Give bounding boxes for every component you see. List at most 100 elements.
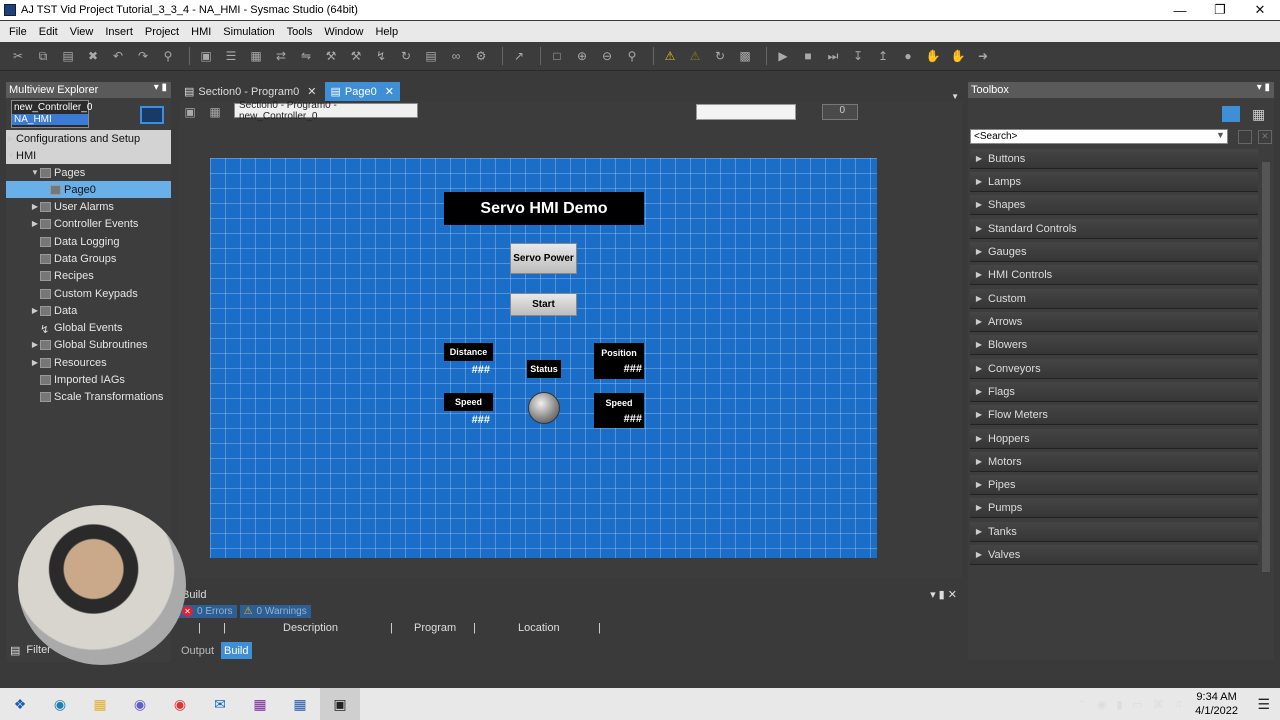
speed-value[interactable]: ### [444, 414, 490, 428]
search-button-icon[interactable] [1238, 130, 1252, 144]
device-icon[interactable] [140, 106, 164, 124]
number-spinner[interactable]: 0 [822, 104, 858, 120]
network-icon[interactable]: ◉ [1097, 698, 1107, 711]
hammer-icon[interactable]: ⚒ [346, 46, 366, 66]
category-buttons[interactable]: ▶ Buttons [970, 149, 1258, 169]
build-pin-icon[interactable]: ▾ ▮ ✕ [930, 588, 957, 601]
category-flow-meters[interactable]: ▶ Flow Meters [970, 405, 1258, 425]
category-motors[interactable]: ▶ Motors [970, 452, 1258, 472]
clock[interactable]: 9:34 AM 4/1/2022 [1195, 690, 1238, 718]
distance-label[interactable]: Distance [444, 343, 493, 361]
pin-icon[interactable]: ▾ ▮ [1257, 82, 1270, 93]
compare-icon[interactable]: ⇋ [296, 46, 316, 66]
module-icon[interactable]: ▣ [196, 46, 216, 66]
battery-icon[interactable]: ▭ [1133, 698, 1143, 711]
menu-project[interactable]: Project [139, 26, 185, 38]
menu-edit[interactable]: Edit [33, 26, 64, 38]
list-view-icon[interactable] [1222, 106, 1240, 122]
chrome-icon[interactable]: ◉ [160, 688, 200, 720]
outlook-icon[interactable]: ✉ [200, 688, 240, 720]
notification-icon[interactable]: ☰ [1257, 696, 1270, 713]
build-icon[interactable]: ⚒ [321, 46, 341, 66]
menu-window[interactable]: Window [318, 26, 369, 38]
word-icon[interactable]: ▦ [280, 688, 320, 720]
category-pumps[interactable]: ▶ Pumps [970, 498, 1258, 518]
microphone-icon[interactable]: ▮ [1116, 698, 1122, 711]
expand-icon[interactable]: ▶ [30, 219, 40, 228]
tray-chevron-icon[interactable]: ⌃ [1078, 698, 1087, 711]
expand-icon[interactable]: ▶ [30, 340, 40, 349]
menu-file[interactable]: File [3, 26, 33, 38]
category-conveyors[interactable]: ▶ Conveyors [970, 359, 1258, 379]
menu-insert[interactable]: Insert [99, 26, 139, 38]
sysmac-studio-icon[interactable]: ▣ [320, 688, 360, 720]
position-value[interactable]: ### [594, 363, 642, 377]
start-icon[interactable]: ❖ [0, 688, 40, 720]
servo-power-button[interactable]: Servo Power [510, 243, 577, 274]
window-icon[interactable]: ▩ [735, 46, 755, 66]
config-icon[interactable]: ⚙ [471, 46, 491, 66]
menu-tools[interactable]: Tools [281, 26, 319, 38]
tab-build[interactable]: Build [221, 642, 252, 659]
search-replace-icon[interactable]: ⚲ [158, 46, 178, 66]
distance-value[interactable]: ### [444, 364, 490, 378]
tree-data-logging[interactable]: Data Logging [6, 233, 171, 250]
clear-search-icon[interactable]: ✕ [1258, 130, 1272, 144]
close-button[interactable]: ✕ [1240, 0, 1280, 20]
category-custom[interactable]: ▶ Custom [970, 289, 1258, 309]
forward-icon[interactable]: ➜ [973, 46, 993, 66]
delete-icon[interactable]: ✖ [83, 46, 103, 66]
col-program[interactable]: Program [414, 622, 456, 634]
layout-icon[interactable]: ▣ [180, 102, 200, 122]
edge-icon[interactable]: ◉ [40, 688, 80, 720]
copy-icon[interactable]: ⧉ [33, 46, 53, 66]
category-arrows[interactable]: ▶ Arrows [970, 312, 1258, 332]
tree-hmi[interactable]: ▼ HMI [6, 147, 171, 164]
select-icon[interactable]: ▦ [205, 102, 225, 122]
fit-icon[interactable]: □ [547, 46, 567, 66]
zoom-out-icon[interactable]: ⊖ [597, 46, 617, 66]
tab-page0[interactable]: ▤ Page0 ✕ [324, 82, 400, 101]
tree-page0[interactable]: Page0 [6, 181, 171, 198]
stop-icon[interactable]: ■ [798, 46, 818, 66]
start-button[interactable]: Start [510, 293, 577, 316]
category-standard-controls[interactable]: ▶ Standard Controls [970, 219, 1258, 239]
hmi-title-label[interactable]: Servo HMI Demo [444, 192, 644, 225]
tree-scale-transformations[interactable]: Scale Transformations [6, 388, 171, 405]
redo-icon[interactable]: ↷ [133, 46, 153, 66]
maximize-button[interactable]: ❐ [1200, 0, 1240, 20]
speed-label[interactable]: Speed [444, 393, 493, 411]
col-location[interactable]: Location [518, 622, 560, 634]
warnings-filter[interactable]: ⚠ 0 Warnings [239, 605, 311, 618]
zoom-combobox[interactable] [696, 104, 796, 120]
category-tanks[interactable]: ▶ Tanks [970, 522, 1258, 542]
file-explorer-icon[interactable]: ▦ [80, 688, 120, 720]
hand-alt-icon[interactable]: ✋ [948, 46, 968, 66]
category-flags[interactable]: ▶ Flags [970, 382, 1258, 402]
tree-pages[interactable]: ▼ Pages [6, 164, 171, 181]
link-icon[interactable]: ∞ [446, 46, 466, 66]
tree-controller-events[interactable]: ▶ Controller Events [6, 215, 171, 232]
tree-recipes[interactable]: Recipes [6, 267, 171, 284]
tree-resources[interactable]: ▶ Resources [6, 354, 171, 371]
tree-data[interactable]: ▶ Data [6, 302, 171, 319]
tree-custom-keypads[interactable]: Custom Keypads [6, 285, 171, 302]
speed-value-2[interactable]: ### [594, 413, 642, 427]
volume-icon[interactable]: ♫ [1174, 698, 1182, 710]
toolbox-scrollbar[interactable] [1262, 162, 1270, 572]
category-hmi-controls[interactable]: ▶ HMI Controls [970, 265, 1258, 285]
tab-section0-program0[interactable]: ▤ Section0 - Program0 ✕ [178, 82, 323, 101]
step-out-icon[interactable]: ↥ [873, 46, 893, 66]
pointer-icon[interactable]: ↗ [509, 46, 529, 66]
tree-data-groups[interactable]: Data Groups [6, 250, 171, 267]
col-description[interactable]: Description [283, 622, 338, 634]
minimize-button[interactable]: — [1160, 0, 1200, 20]
undo-icon[interactable]: ↶ [108, 46, 128, 66]
category-lamps[interactable]: ▶ Lamps [970, 172, 1258, 192]
expand-icon[interactable]: ▶ [30, 306, 40, 315]
expand-icon[interactable]: ▶ [30, 358, 40, 367]
wifi-icon[interactable]: ⌘ [1153, 698, 1164, 711]
menu-view[interactable]: View [64, 26, 100, 38]
tree-global-subroutines[interactable]: ▶ Global Subroutines [6, 336, 171, 353]
paste-icon[interactable]: ▤ [58, 46, 78, 66]
